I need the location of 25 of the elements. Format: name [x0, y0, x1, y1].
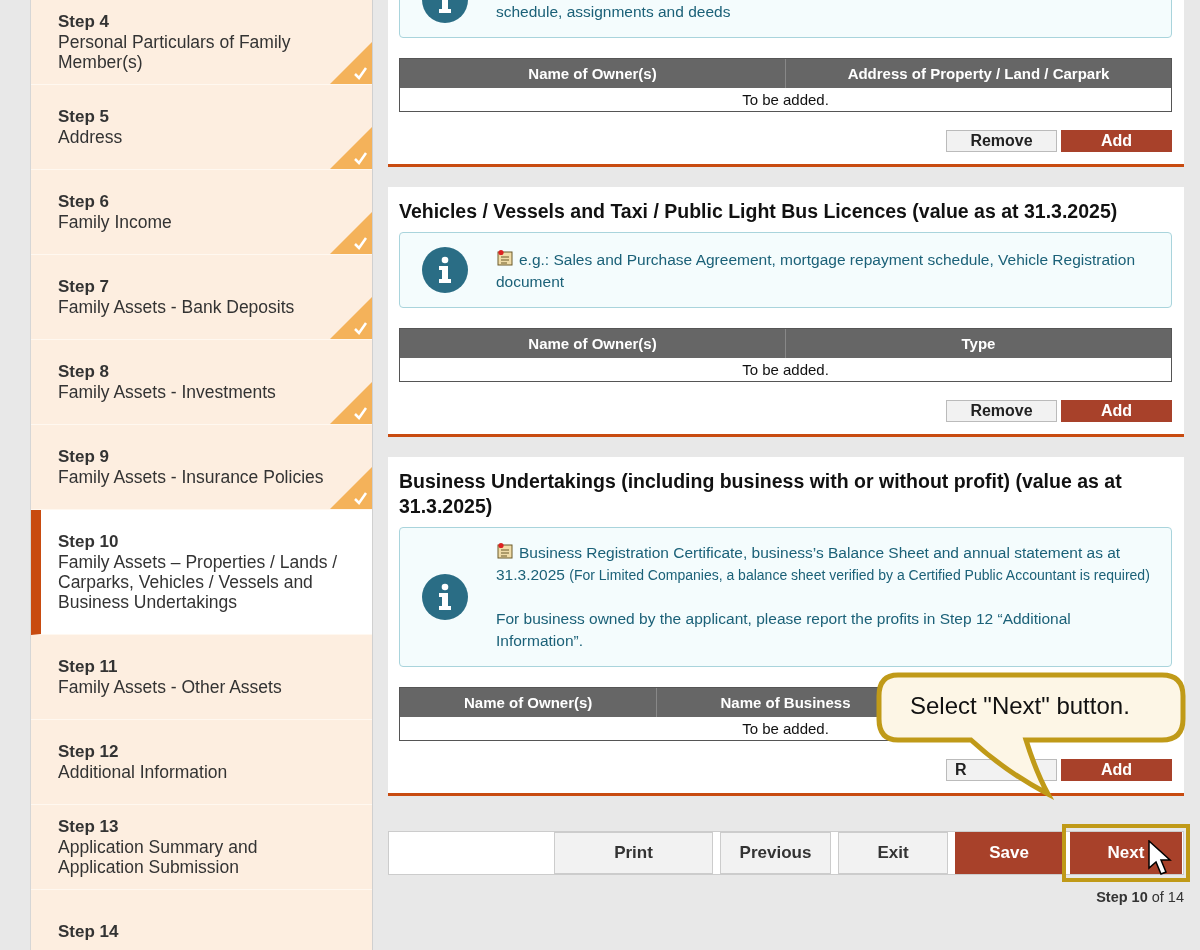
remove-button[interactable]: Remove: [946, 400, 1057, 422]
step-item[interactable]: Step 10 Family Assets – Properties / Lands / Carparks, Vehicles / Vessels and Business Undertakings: [31, 510, 372, 635]
info-icon: [422, 574, 468, 620]
info-text: schedule, assignments and deeds: [496, 2, 732, 22]
nav-button[interactable]: Exit: [838, 832, 948, 874]
note-icon: [496, 542, 514, 560]
info-icon: [422, 247, 468, 293]
column-header: Name of Owner(s): [527, 334, 658, 354]
add-button[interactable]: Add: [1061, 400, 1172, 422]
info-text: Business Registration Certificate, business’s Balance Sheet and annual statement as at 31.3.2025 (For Limited Companies, a balance sheet verified by a Certified Public Accountant is required): [496, 542, 1151, 585]
step-counter: Step 10 of 14: [1095, 889, 1184, 905]
nav-button[interactable]: Next: [1070, 832, 1182, 874]
remove-button[interactable]: Remove: [946, 130, 1057, 152]
add-button[interactable]: Add: [1061, 759, 1172, 781]
section-heading: Vehicles / Vessels and Taxi / Public Light Bus Licences (value as at 31.3.2025): [399, 199, 1119, 224]
section-heading: Business Undertakings (including business with or without profit) (value as at 31.3.2025): [399, 469, 1123, 519]
info-text: For business owned by the applicant, please report the profits in Step 12 “Additional Information”.: [496, 609, 1072, 651]
column-header: Name of Owner(s): [463, 693, 594, 713]
add-button[interactable]: Add: [1061, 130, 1172, 152]
column-header: Name of Owner(s): [527, 64, 658, 84]
note-icon: [496, 249, 514, 267]
nav-button[interactable]: Print: [554, 832, 713, 874]
nav-button[interactable]: Previous: [720, 832, 831, 874]
nav-button[interactable]: Save: [955, 832, 1063, 874]
info-text: e.g.: Sales and Purchase Agreement, mortgage repayment schedule, Vehicle Registration document: [496, 249, 1137, 292]
